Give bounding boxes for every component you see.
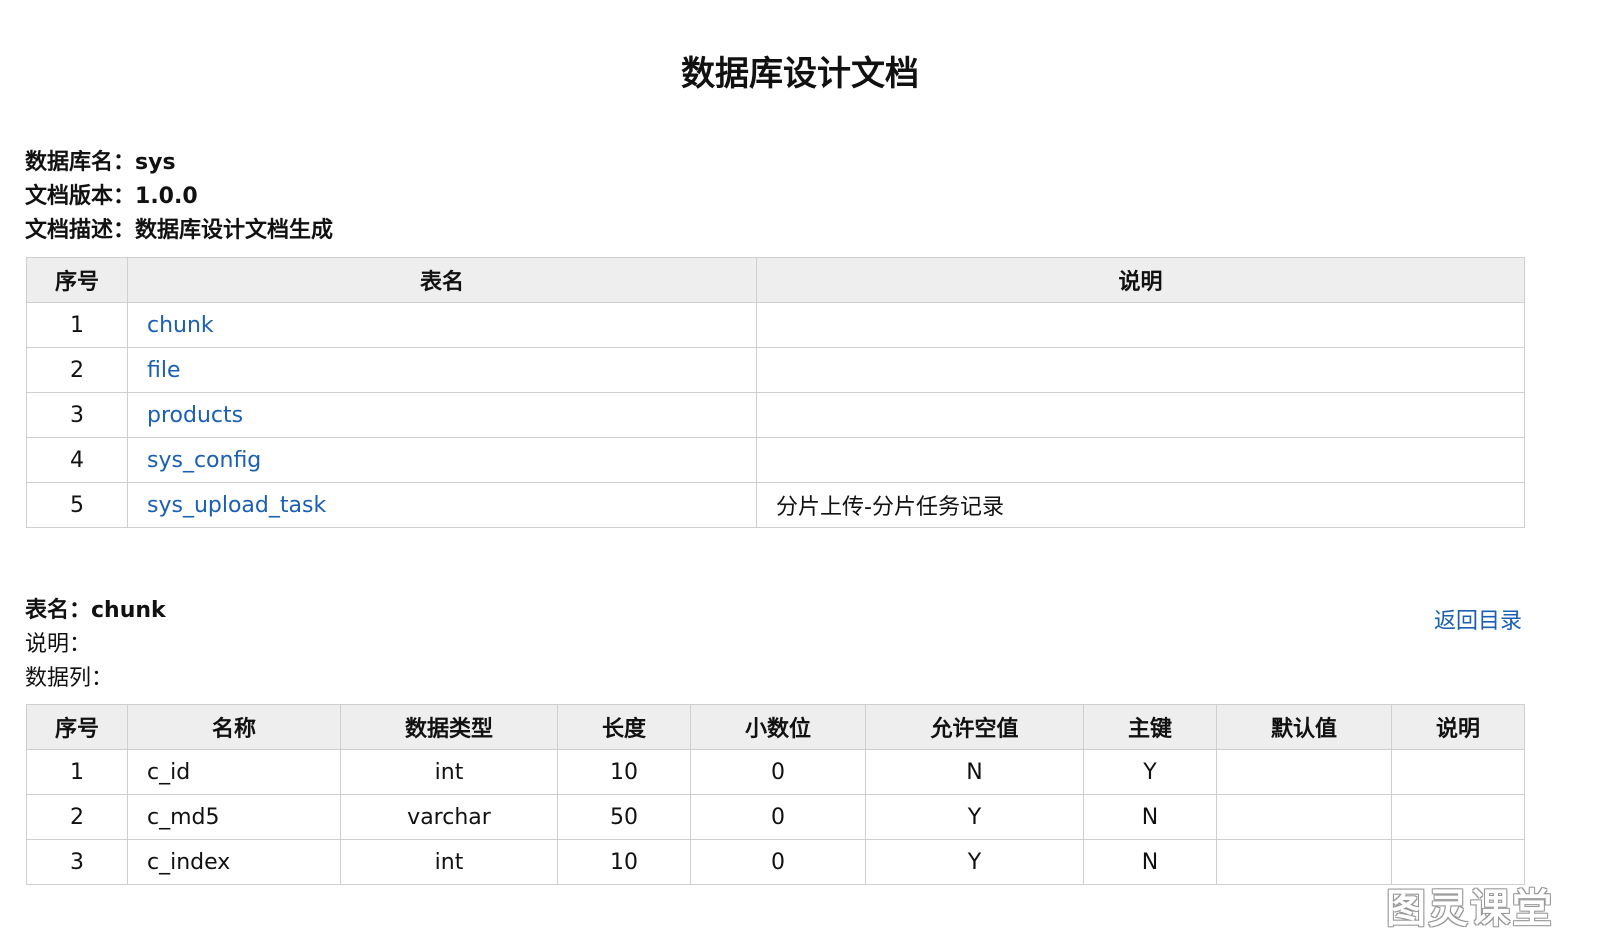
cell-primary-key: Y	[1083, 749, 1217, 795]
cell-name: c_index	[127, 839, 341, 885]
cell-default	[1216, 749, 1392, 795]
table-row: 1 c_id int 10 0 N Y	[26, 749, 1525, 795]
table-row: 2 c_md5 varchar 50 0 Y N	[26, 794, 1525, 840]
table-name-cell: products	[127, 392, 757, 438]
col-header-default: 默认值	[1216, 704, 1392, 750]
cell-scale: 0	[690, 794, 866, 840]
table-row: 5 sys_upload_task 分片上传-分片任务记录	[26, 482, 1525, 528]
toc-header-name: 表名	[127, 257, 757, 303]
table-link-products[interactable]: products	[147, 403, 243, 428]
detail-columns-label: 数据列：	[25, 666, 114, 691]
meta-value: 1.0.0	[135, 184, 198, 209]
cell-type: int	[340, 749, 558, 795]
detail-desc-label: 说明：	[25, 632, 92, 657]
table-link-chunk[interactable]: chunk	[147, 313, 214, 338]
meta-value: sys	[135, 150, 176, 175]
col-header-length: 长度	[557, 704, 691, 750]
table-desc-cell	[756, 302, 1525, 348]
document-meta: 数据库名：sys 文档版本：1.0.0 文档描述：数据库设计文档生成	[25, 146, 333, 248]
detail-description: 说明：	[25, 628, 166, 662]
row-number: 4	[26, 437, 128, 483]
row-number: 1	[26, 302, 128, 348]
table-name-cell: sys_config	[127, 437, 757, 483]
detail-table-label: 表名：	[25, 598, 92, 623]
toc-header-desc: 说明	[756, 257, 1525, 303]
cell-default	[1216, 794, 1392, 840]
meta-database-name: 数据库名：sys	[25, 146, 333, 180]
col-header-name: 名称	[127, 704, 341, 750]
table-of-contents: 序号 表名 说明 1 chunk 2 file 3 products 4 sys…	[26, 257, 1525, 528]
cell-primary-key: N	[1083, 794, 1217, 840]
table-detail-header: 表名：chunk 说明： 数据列：	[25, 594, 166, 696]
col-header-type: 数据类型	[340, 704, 558, 750]
cell-primary-key: N	[1083, 839, 1217, 885]
cell-no: 2	[26, 794, 128, 840]
meta-label: 文档描述：	[25, 218, 136, 243]
toc-header-no: 序号	[26, 257, 128, 303]
row-number: 2	[26, 347, 128, 393]
col-header-desc: 说明	[1391, 704, 1525, 750]
meta-doc-version: 文档版本：1.0.0	[25, 180, 333, 214]
cell-length: 50	[557, 794, 691, 840]
row-number: 5	[26, 482, 128, 528]
cell-scale: 0	[690, 749, 866, 795]
cell-nullable: N	[865, 749, 1084, 795]
cell-desc	[1391, 749, 1525, 795]
table-row: 2 file	[26, 347, 1525, 393]
page-title: 数据库设计文档	[681, 54, 919, 94]
cell-type: int	[340, 839, 558, 885]
table-link-sys-upload-task[interactable]: sys_upload_task	[147, 493, 326, 518]
table-row: 1 chunk	[26, 302, 1525, 348]
cell-length: 10	[557, 839, 691, 885]
cell-default	[1216, 839, 1392, 885]
meta-doc-description: 文档描述：数据库设计文档生成	[25, 214, 333, 248]
cell-nullable: Y	[865, 794, 1084, 840]
cell-desc	[1391, 794, 1525, 840]
col-header-scale: 小数位	[690, 704, 866, 750]
cell-name: c_md5	[127, 794, 341, 840]
table-desc-cell: 分片上传-分片任务记录	[756, 482, 1525, 528]
table-link-sys-config[interactable]: sys_config	[147, 448, 261, 473]
table-name-cell: chunk	[127, 302, 757, 348]
meta-label: 文档版本：	[25, 184, 136, 209]
cell-no: 3	[26, 839, 128, 885]
detail-table-value: chunk	[91, 598, 166, 623]
watermark-logo: 图灵课堂	[1386, 886, 1554, 932]
back-to-toc-link[interactable]: 返回目录	[1434, 606, 1522, 638]
row-number: 3	[26, 392, 128, 438]
meta-label: 数据库名：	[25, 150, 136, 175]
col-header-nullable: 允许空值	[865, 704, 1084, 750]
cell-name: c_id	[127, 749, 341, 795]
table-row: 3 products	[26, 392, 1525, 438]
table-link-file[interactable]: file	[147, 358, 181, 383]
col-header-no: 序号	[26, 704, 128, 750]
cell-no: 1	[26, 749, 128, 795]
col-header-primary-key: 主键	[1083, 704, 1217, 750]
cell-scale: 0	[690, 839, 866, 885]
table-row: 4 sys_config	[26, 437, 1525, 483]
meta-value: 数据库设计文档生成	[135, 218, 334, 243]
toc-header-row: 序号 表名 说明	[26, 257, 1525, 303]
table-name-cell: file	[127, 347, 757, 393]
cell-length: 10	[557, 749, 691, 795]
cell-nullable: Y	[865, 839, 1084, 885]
cell-type: varchar	[340, 794, 558, 840]
table-row: 3 c_index int 10 0 Y N	[26, 839, 1525, 885]
table-desc-cell	[756, 347, 1525, 393]
detail-table-name: 表名：chunk	[25, 594, 166, 628]
columns-header-row: 序号 名称 数据类型 长度 小数位 允许空值 主键 默认值 说明	[26, 704, 1525, 750]
columns-table: 序号 名称 数据类型 长度 小数位 允许空值 主键 默认值 说明 1 c_id …	[26, 704, 1525, 885]
table-name-cell: sys_upload_task	[127, 482, 757, 528]
table-desc-cell	[756, 392, 1525, 438]
table-desc-cell	[756, 437, 1525, 483]
